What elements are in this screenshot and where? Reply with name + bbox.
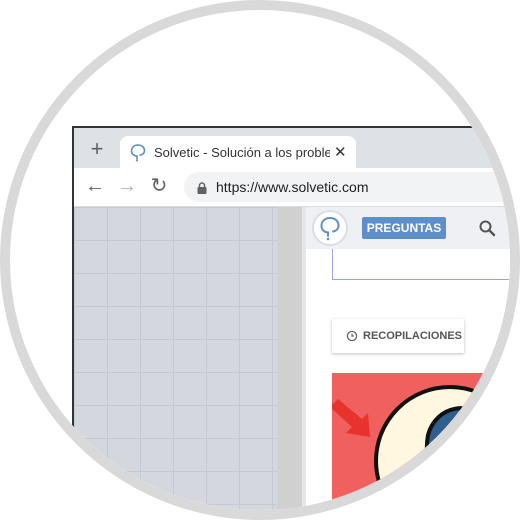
close-tab-icon[interactable]: ✕ xyxy=(334,143,347,161)
url-text: https://www.solvetic.com xyxy=(216,179,369,195)
solvetic-logo-icon xyxy=(130,144,146,162)
forward-button[interactable]: → xyxy=(116,176,138,198)
new-tab-button[interactable]: + xyxy=(86,138,108,160)
site-header: PREGUNTAS xyxy=(306,207,510,249)
search-icon[interactable] xyxy=(478,219,496,237)
back-button[interactable]: ← xyxy=(84,176,106,198)
reload-button[interactable]: ↻ xyxy=(148,176,170,198)
clock-icon xyxy=(346,330,358,342)
browser-toolbar: ← → ↻ https://www.solvetic.com xyxy=(74,168,510,207)
tab-strip: + Solvetic - Solución a los problem ✕ xyxy=(74,128,510,170)
solvetic-site: PREGUNTAS RECOPILACIONES xyxy=(302,207,510,510)
background-grid xyxy=(74,207,302,510)
tab-solvetic[interactable]: Solvetic - Solución a los problem ✕ xyxy=(120,136,356,170)
recopilaciones-label: RECOPILACIONES xyxy=(363,330,463,342)
browser-window: + Solvetic - Solución a los problem ✕ ← xyxy=(72,126,510,510)
site-logo-icon[interactable] xyxy=(312,210,348,246)
lock-icon xyxy=(196,181,208,194)
screenshot-canvas: + Solvetic - Solución a los problem ✕ ← xyxy=(10,10,510,510)
circular-mask: + Solvetic - Solución a los problem ✕ ← xyxy=(10,10,510,510)
featured-image[interactable] xyxy=(332,373,510,510)
preguntas-button[interactable]: PREGUNTAS xyxy=(362,217,446,239)
page-divider xyxy=(277,207,303,510)
tab-title: Solvetic - Solución a los problem xyxy=(154,145,330,160)
recopilaciones-button[interactable]: RECOPILACIONES xyxy=(332,319,464,353)
address-bar[interactable]: https://www.solvetic.com xyxy=(184,172,510,202)
content-frame xyxy=(332,249,510,280)
page-content: PREGUNTAS RECOPILACIONES xyxy=(74,207,510,510)
